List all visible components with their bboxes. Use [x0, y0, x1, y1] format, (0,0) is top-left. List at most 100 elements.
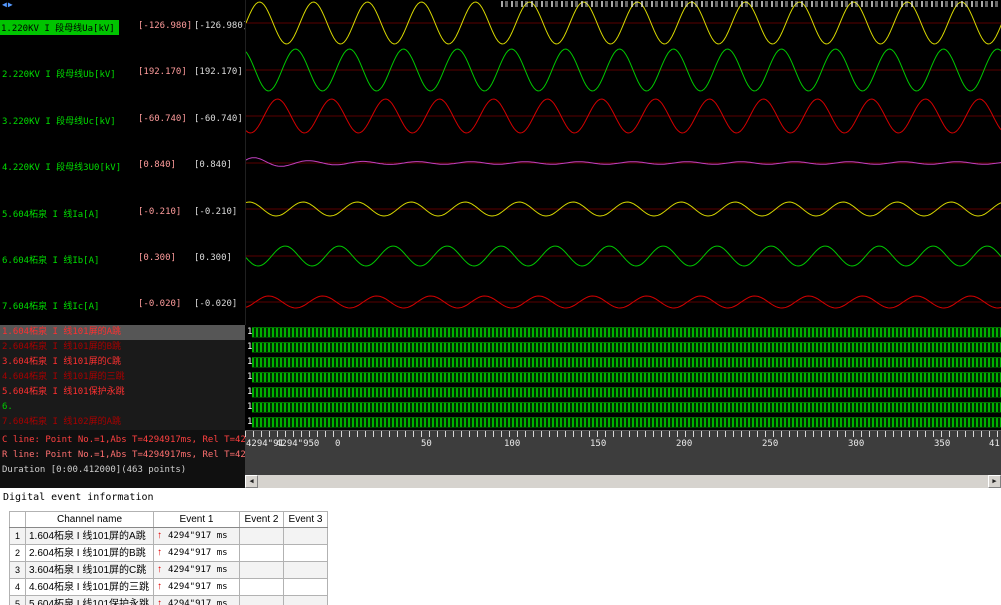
- digital-state-bar: [252, 357, 1001, 368]
- time-axis-label: 41: [989, 439, 1000, 449]
- horizontal-scrollbar[interactable]: ◀ ▶: [245, 475, 1001, 488]
- time-axis-label: 150: [590, 439, 606, 449]
- analog-channel-label: 5.604柘泉 I 线Ia[A]: [2, 207, 99, 220]
- scroll-track[interactable]: [258, 475, 988, 488]
- analog-channel-label: 7.604柘泉 I 线Ic[A]: [2, 299, 99, 312]
- digital-trace-row: 1: [245, 325, 1001, 340]
- analog-waveform-area[interactable]: [245, 0, 1001, 325]
- cursor-r-value: [-126.980]: [194, 21, 245, 31]
- r-line-status: R line: Point No.=1,Abs T=4294917ms, Rel…: [0, 448, 245, 463]
- digital-channel-row[interactable]: 5.604柘泉 I 线101保护永跳: [0, 385, 245, 400]
- row-number-cell: 4: [10, 579, 26, 596]
- digital-channel-row[interactable]: 3.604柘泉 I 线101屏的C跳: [0, 355, 245, 370]
- digital-state-bar: [252, 372, 1001, 383]
- cursor-r-value: [-0.020]: [194, 299, 237, 309]
- digital-channel-label: 4.604柘泉 I 线101屏的三跳: [2, 372, 125, 382]
- analog-channel-label: 6.604柘泉 I 线Ib[A]: [2, 253, 99, 266]
- channel-name-cell: 1.604柘泉 I 线101屏的A跳: [26, 528, 154, 545]
- analog-channel-row[interactable]: 6.604柘泉 I 线Ib[A] [0.300] [0.300]: [0, 232, 245, 278]
- analog-channel-row[interactable]: 5.604柘泉 I 线Ia[A] [-0.210] [-0.210]: [0, 186, 245, 232]
- cursor-c-value: [192.170]: [138, 67, 187, 77]
- event-time: 4294"917 ms: [168, 531, 228, 541]
- event1-cell: ↑4294"917 ms: [154, 562, 240, 579]
- event-time: 4294"917 ms: [168, 565, 228, 575]
- analog-channel-label: 3.220KV I 段母线Uc[kV]: [2, 114, 116, 127]
- event3-cell: [284, 579, 328, 596]
- digital-channel-label: 2.604柘泉 I 线101屏的B跳: [2, 342, 121, 352]
- event-table-row: 2 2.604柘泉 I 线101屏的B跳 ↑4294"917 ms: [10, 545, 328, 562]
- digital-state-value: 1: [247, 387, 252, 398]
- event2-cell: [240, 545, 284, 562]
- event-table-row: 3 3.604柘泉 I 线101屏的C跳 ↑4294"917 ms: [10, 562, 328, 579]
- rising-edge-icon: ↑: [157, 547, 162, 558]
- digital-state-bar: [252, 327, 1001, 338]
- analog-channel-list: 1.220KV I 段母线Ua[kV] [-126.980] [-126.980…: [0, 0, 245, 325]
- digital-channel-row[interactable]: 6.: [0, 400, 245, 415]
- digital-channel-label: 1.604柘泉 I 线101屏的A跳: [2, 327, 121, 337]
- cursor-r-value: [-60.740]: [194, 114, 243, 124]
- digital-channel-label: 7.604柘泉 I 线102屏的A跳: [2, 417, 121, 427]
- analog-channel-row[interactable]: 1.220KV I 段母线Ua[kV] [-126.980] [-126.980…: [0, 0, 245, 46]
- event-time: 4294"917 ms: [168, 548, 228, 558]
- event1-cell: ↑ 4294"917 ms: [154, 545, 240, 562]
- event2-cell: [240, 579, 284, 596]
- event2-cell: [240, 596, 284, 605]
- digital-trace-row: 1: [245, 355, 1001, 370]
- digital-trace-row: 1: [245, 400, 1001, 415]
- digital-channel-list: 1.604柘泉 I 线101屏的A跳 2.604柘泉 I 线101屏的B跳 3.…: [0, 325, 245, 430]
- cursor-r-value: [192.170]: [194, 67, 243, 77]
- event2-header: Event 2: [240, 512, 284, 528]
- time-axis-ticks: [245, 431, 1001, 437]
- time-axis-label: 300: [848, 439, 864, 449]
- digital-state-bar: [252, 417, 1001, 428]
- digital-event-table: Channel name Event 1 Event 2 Event 3 1 1…: [9, 511, 328, 605]
- time-axis-label: 4294"950: [276, 439, 319, 449]
- row-number-cell: 5: [10, 596, 26, 605]
- time-axis-label: 350: [934, 439, 950, 449]
- time-axis-label: 200: [676, 439, 692, 449]
- nav-left-icon[interactable]: ◀: [2, 0, 7, 9]
- corner-nav: ◀ ▶: [2, 0, 13, 9]
- cursor-c-value: [-126.980]: [138, 21, 192, 31]
- digital-channel-row[interactable]: 7.604柘泉 I 线102屏的A跳: [0, 415, 245, 430]
- oscillogram-panel: ◀ ▶ 1.220KV I 段母线Ua[kV] [-126.980] [-126…: [0, 0, 1001, 488]
- event3-cell: [284, 596, 328, 605]
- analog-channel-row[interactable]: 4.220KV I 段母线3U0[kV] [0.840] [0.840]: [0, 139, 245, 185]
- analog-channel-row[interactable]: 7.604柘泉 I 线Ic[A] [-0.020] [-0.020]: [0, 278, 245, 324]
- rising-edge-icon: ↑: [157, 530, 162, 541]
- analog-channel-row[interactable]: 3.220KV I 段母线Uc[kV] [-60.740] [-60.740]: [0, 93, 245, 139]
- cursor-r-value: [-0.210]: [194, 207, 237, 217]
- event1-cell: ↑4294"917 ms: [154, 579, 240, 596]
- digital-trace-row: 1: [245, 370, 1001, 385]
- row-number-cell: 3: [10, 562, 26, 579]
- digital-channel-row[interactable]: 1.604柘泉 I 线101屏的A跳: [0, 325, 245, 340]
- event-info-title: Digital event information: [0, 488, 1001, 503]
- row-number-cell: 1: [10, 528, 26, 545]
- event3-cell: [284, 562, 328, 579]
- digital-state-value: 1: [247, 372, 252, 383]
- event3-header: Event 3: [284, 512, 328, 528]
- cursor-c-value: [-0.020]: [138, 299, 181, 309]
- digital-channel-row[interactable]: 2.604柘泉 I 线101屏的B跳: [0, 340, 245, 355]
- channel-name-cell: 3.604柘泉 I 线101屏的C跳: [26, 562, 154, 579]
- analog-channel-label: 2.220KV I 段母线Ub[kV]: [2, 67, 116, 80]
- nav-right-icon[interactable]: ▶: [8, 0, 13, 9]
- event1-cell: ↑ 4294"917 ms: [154, 528, 240, 545]
- scroll-left-button[interactable]: ◀: [245, 475, 258, 488]
- event3-cell: [284, 545, 328, 562]
- event-table-row: 1 1.604柘泉 I 线101屏的A跳 ↑ 4294"917 ms: [10, 528, 328, 545]
- trace-panel: 1 1 1 1: [245, 0, 1001, 488]
- time-axis-labels: 4294"91 4294"950 0 50 100 150 200 250: [245, 439, 1001, 451]
- event3-cell: [284, 528, 328, 545]
- c-line-status: C line: Point No.=1,Abs T=4294917ms, Rel…: [0, 433, 245, 448]
- analog-channel-label: 1.220KV I 段母线Ua[kV]: [0, 20, 119, 35]
- analog-channel-row[interactable]: 2.220KV I 段母线Ub[kV] [192.170] [192.170]: [0, 46, 245, 92]
- digital-channel-label: 5.604柘泉 I 线101保护永跳: [2, 387, 125, 397]
- scroll-right-button[interactable]: ▶: [988, 475, 1001, 488]
- waveform-analysis-window: ◀ ▶ 1.220KV I 段母线Ua[kV] [-126.980] [-126…: [0, 0, 1001, 605]
- digital-channel-row[interactable]: 4.604柘泉 I 线101屏的三跳: [0, 370, 245, 385]
- cursor-status-panel: C line: Point No.=1,Abs T=4294917ms, Rel…: [0, 430, 245, 488]
- time-axis-label: 0: [335, 439, 340, 449]
- digital-state-bar: [252, 387, 1001, 398]
- channel-name-cell: 2.604柘泉 I 线101屏的B跳: [26, 545, 154, 562]
